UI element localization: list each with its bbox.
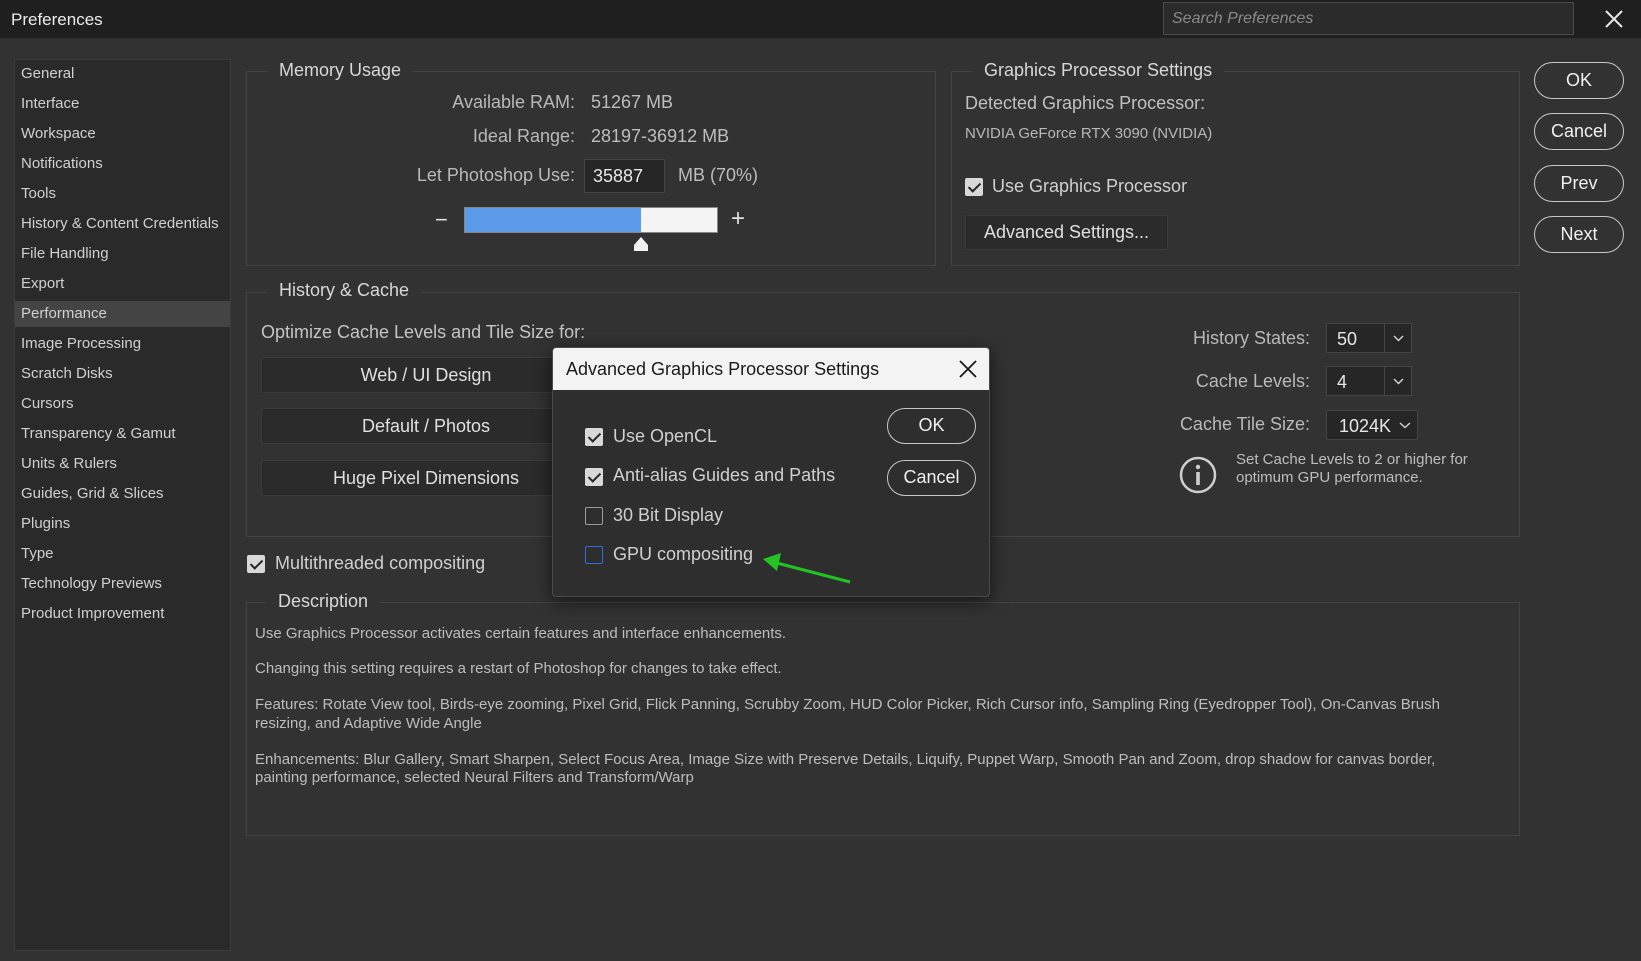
available-ram-label: Available RAM: bbox=[452, 92, 575, 112]
30-bit-display-checkbox[interactable] bbox=[585, 507, 603, 525]
cache-tile-size-dropdown[interactable]: 1024K bbox=[1326, 410, 1418, 440]
sidebar-item-plugins[interactable]: Plugins bbox=[15, 511, 230, 537]
cache-levels-label: Cache Levels: bbox=[1195, 371, 1310, 391]
graphics-processor-title: Graphics Processor Settings bbox=[972, 60, 1225, 81]
let-photoshop-use-label: Let Photoshop Use: bbox=[416, 165, 575, 185]
multithreaded-compositing-label: Multithreaded compositing bbox=[275, 553, 486, 573]
use-opencl-checkbox[interactable] bbox=[585, 428, 603, 446]
sidebar-item-workspace[interactable]: Workspace bbox=[15, 121, 230, 147]
sidebar-item-type[interactable]: Type bbox=[15, 541, 230, 567]
sidebar-item-technology-previews[interactable]: Technology Previews bbox=[15, 571, 230, 597]
gpu-compositing-label: GPU compositing bbox=[613, 544, 754, 564]
preferences-sidebar: General Interface Workspace Notification… bbox=[14, 59, 231, 951]
memory-slider-fill bbox=[465, 208, 641, 232]
sidebar-item-performance[interactable]: Performance bbox=[15, 301, 230, 327]
sidebar-item-image-processing[interactable]: Image Processing bbox=[15, 331, 230, 357]
close-icon[interactable] bbox=[957, 358, 979, 380]
cancel-button[interactable]: Cancel bbox=[1534, 113, 1624, 150]
cache-info-line1: Set Cache Levels to 2 or higher for bbox=[1236, 451, 1468, 468]
ideal-range-label: Ideal Range: bbox=[472, 126, 575, 146]
sidebar-item-scratch-disks[interactable]: Scratch Disks bbox=[15, 361, 230, 387]
prev-button[interactable]: Prev bbox=[1534, 165, 1624, 202]
gpu-compositing-checkbox[interactable] bbox=[585, 546, 603, 564]
optimize-cache-label: Optimize Cache Levels and Tile Size for: bbox=[261, 322, 586, 342]
chevron-down-icon bbox=[1395, 411, 1415, 444]
preset-huge-pixel-dimensions-button[interactable]: Huge Pixel Dimensions bbox=[261, 460, 591, 496]
dialog-title: Advanced Graphics Processor Settings bbox=[566, 359, 880, 379]
description-features-line2: resizing, and Adaptive Wide Angle bbox=[255, 715, 482, 732]
use-graphics-processor-checkbox[interactable] bbox=[965, 178, 983, 196]
decrease-memory-button[interactable]: − bbox=[435, 207, 448, 233]
memory-unit-label: MB (70%) bbox=[678, 165, 759, 185]
preset-default-photos-button[interactable]: Default / Photos bbox=[261, 408, 591, 444]
sidebar-item-interface[interactable]: Interface bbox=[15, 91, 230, 117]
description-enhancements-line2: painting performance, selected Neural Fi… bbox=[255, 769, 694, 786]
history-cache-title: History & Cache bbox=[267, 280, 422, 301]
cache-levels-value: 4 bbox=[1337, 372, 1348, 392]
sidebar-item-tools[interactable]: Tools bbox=[15, 181, 230, 207]
history-states-value: 50 bbox=[1337, 329, 1358, 349]
sidebar-item-transparency-gamut[interactable]: Transparency & Gamut bbox=[15, 421, 230, 447]
close-icon[interactable] bbox=[1598, 3, 1630, 35]
memory-slider-track[interactable] bbox=[464, 207, 718, 233]
annotation-arrow-icon bbox=[755, 545, 865, 590]
title-bar: Preferences bbox=[0, 0, 1641, 38]
cache-tile-size-value: 1024K bbox=[1339, 416, 1392, 436]
description-features-line1: Features: Rotate View tool, Birds-eye zo… bbox=[255, 696, 1440, 713]
sidebar-item-file-handling[interactable]: File Handling bbox=[15, 241, 230, 267]
cache-levels-dropdown[interactable]: 4 bbox=[1326, 366, 1412, 396]
description-title: Description bbox=[266, 591, 381, 612]
sidebar-item-history-content-credentials[interactable]: History & Content Credentials bbox=[15, 211, 230, 237]
sidebar-item-product-improvement[interactable]: Product Improvement bbox=[15, 601, 230, 627]
dialog-cancel-button[interactable]: Cancel bbox=[887, 460, 976, 496]
preset-web-ui-design-button[interactable]: Web / UI Design bbox=[261, 357, 591, 393]
sidebar-item-notifications[interactable]: Notifications bbox=[15, 151, 230, 177]
detected-gpu-value: NVIDIA GeForce RTX 3090 (NVIDIA) bbox=[965, 125, 1213, 142]
window-title: Preferences bbox=[11, 10, 103, 29]
chevron-down-icon bbox=[1384, 367, 1411, 395]
sidebar-item-units-rulers[interactable]: Units & Rulers bbox=[15, 451, 230, 477]
info-icon bbox=[1178, 455, 1218, 495]
next-button[interactable]: Next bbox=[1534, 216, 1624, 253]
cache-tile-size-label: Cache Tile Size: bbox=[1179, 414, 1310, 434]
ideal-range-value: 28197-36912 MB bbox=[591, 126, 730, 146]
description-para-2: Changing this setting requires a restart… bbox=[255, 660, 782, 677]
search-input[interactable] bbox=[1163, 2, 1574, 35]
history-states-label: History States: bbox=[1192, 328, 1310, 348]
sidebar-item-guides-grid-slices[interactable]: Guides, Grid & Slices bbox=[15, 481, 230, 507]
use-graphics-processor-label: Use Graphics Processor bbox=[992, 176, 1188, 196]
use-opencl-label: Use OpenCL bbox=[613, 426, 718, 446]
sidebar-item-cursors[interactable]: Cursors bbox=[15, 391, 230, 417]
detected-gpu-label: Detected Graphics Processor: bbox=[965, 93, 1206, 113]
dialog-header: Advanced Graphics Processor Settings bbox=[553, 348, 989, 390]
available-ram-value: 51267 MB bbox=[591, 92, 674, 112]
sidebar-item-export[interactable]: Export bbox=[15, 271, 230, 297]
description-enhancements-line1: Enhancements: Blur Gallery, Smart Sharpe… bbox=[255, 751, 1436, 768]
dialog-ok-button[interactable]: OK bbox=[887, 408, 976, 444]
memory-slider-thumb[interactable] bbox=[633, 236, 649, 252]
cache-info-line2: optimum GPU performance. bbox=[1236, 469, 1423, 486]
ok-button[interactable]: OK bbox=[1534, 62, 1624, 99]
anti-alias-label: Anti-alias Guides and Paths bbox=[613, 465, 836, 485]
increase-memory-button[interactable]: + bbox=[731, 205, 745, 233]
multithreaded-compositing-checkbox[interactable] bbox=[247, 555, 265, 573]
memory-amount-input[interactable] bbox=[584, 159, 665, 193]
memory-usage-title: Memory Usage bbox=[267, 60, 414, 81]
history-states-dropdown[interactable]: 50 bbox=[1326, 323, 1412, 353]
anti-alias-checkbox[interactable] bbox=[585, 468, 603, 486]
description-para-1: Use Graphics Processor activates certain… bbox=[255, 625, 787, 642]
chevron-down-icon bbox=[1384, 324, 1411, 352]
sidebar-item-general[interactable]: General bbox=[15, 61, 230, 87]
30-bit-display-label: 30 Bit Display bbox=[613, 505, 724, 525]
advanced-settings-button[interactable]: Advanced Settings... bbox=[965, 215, 1168, 250]
